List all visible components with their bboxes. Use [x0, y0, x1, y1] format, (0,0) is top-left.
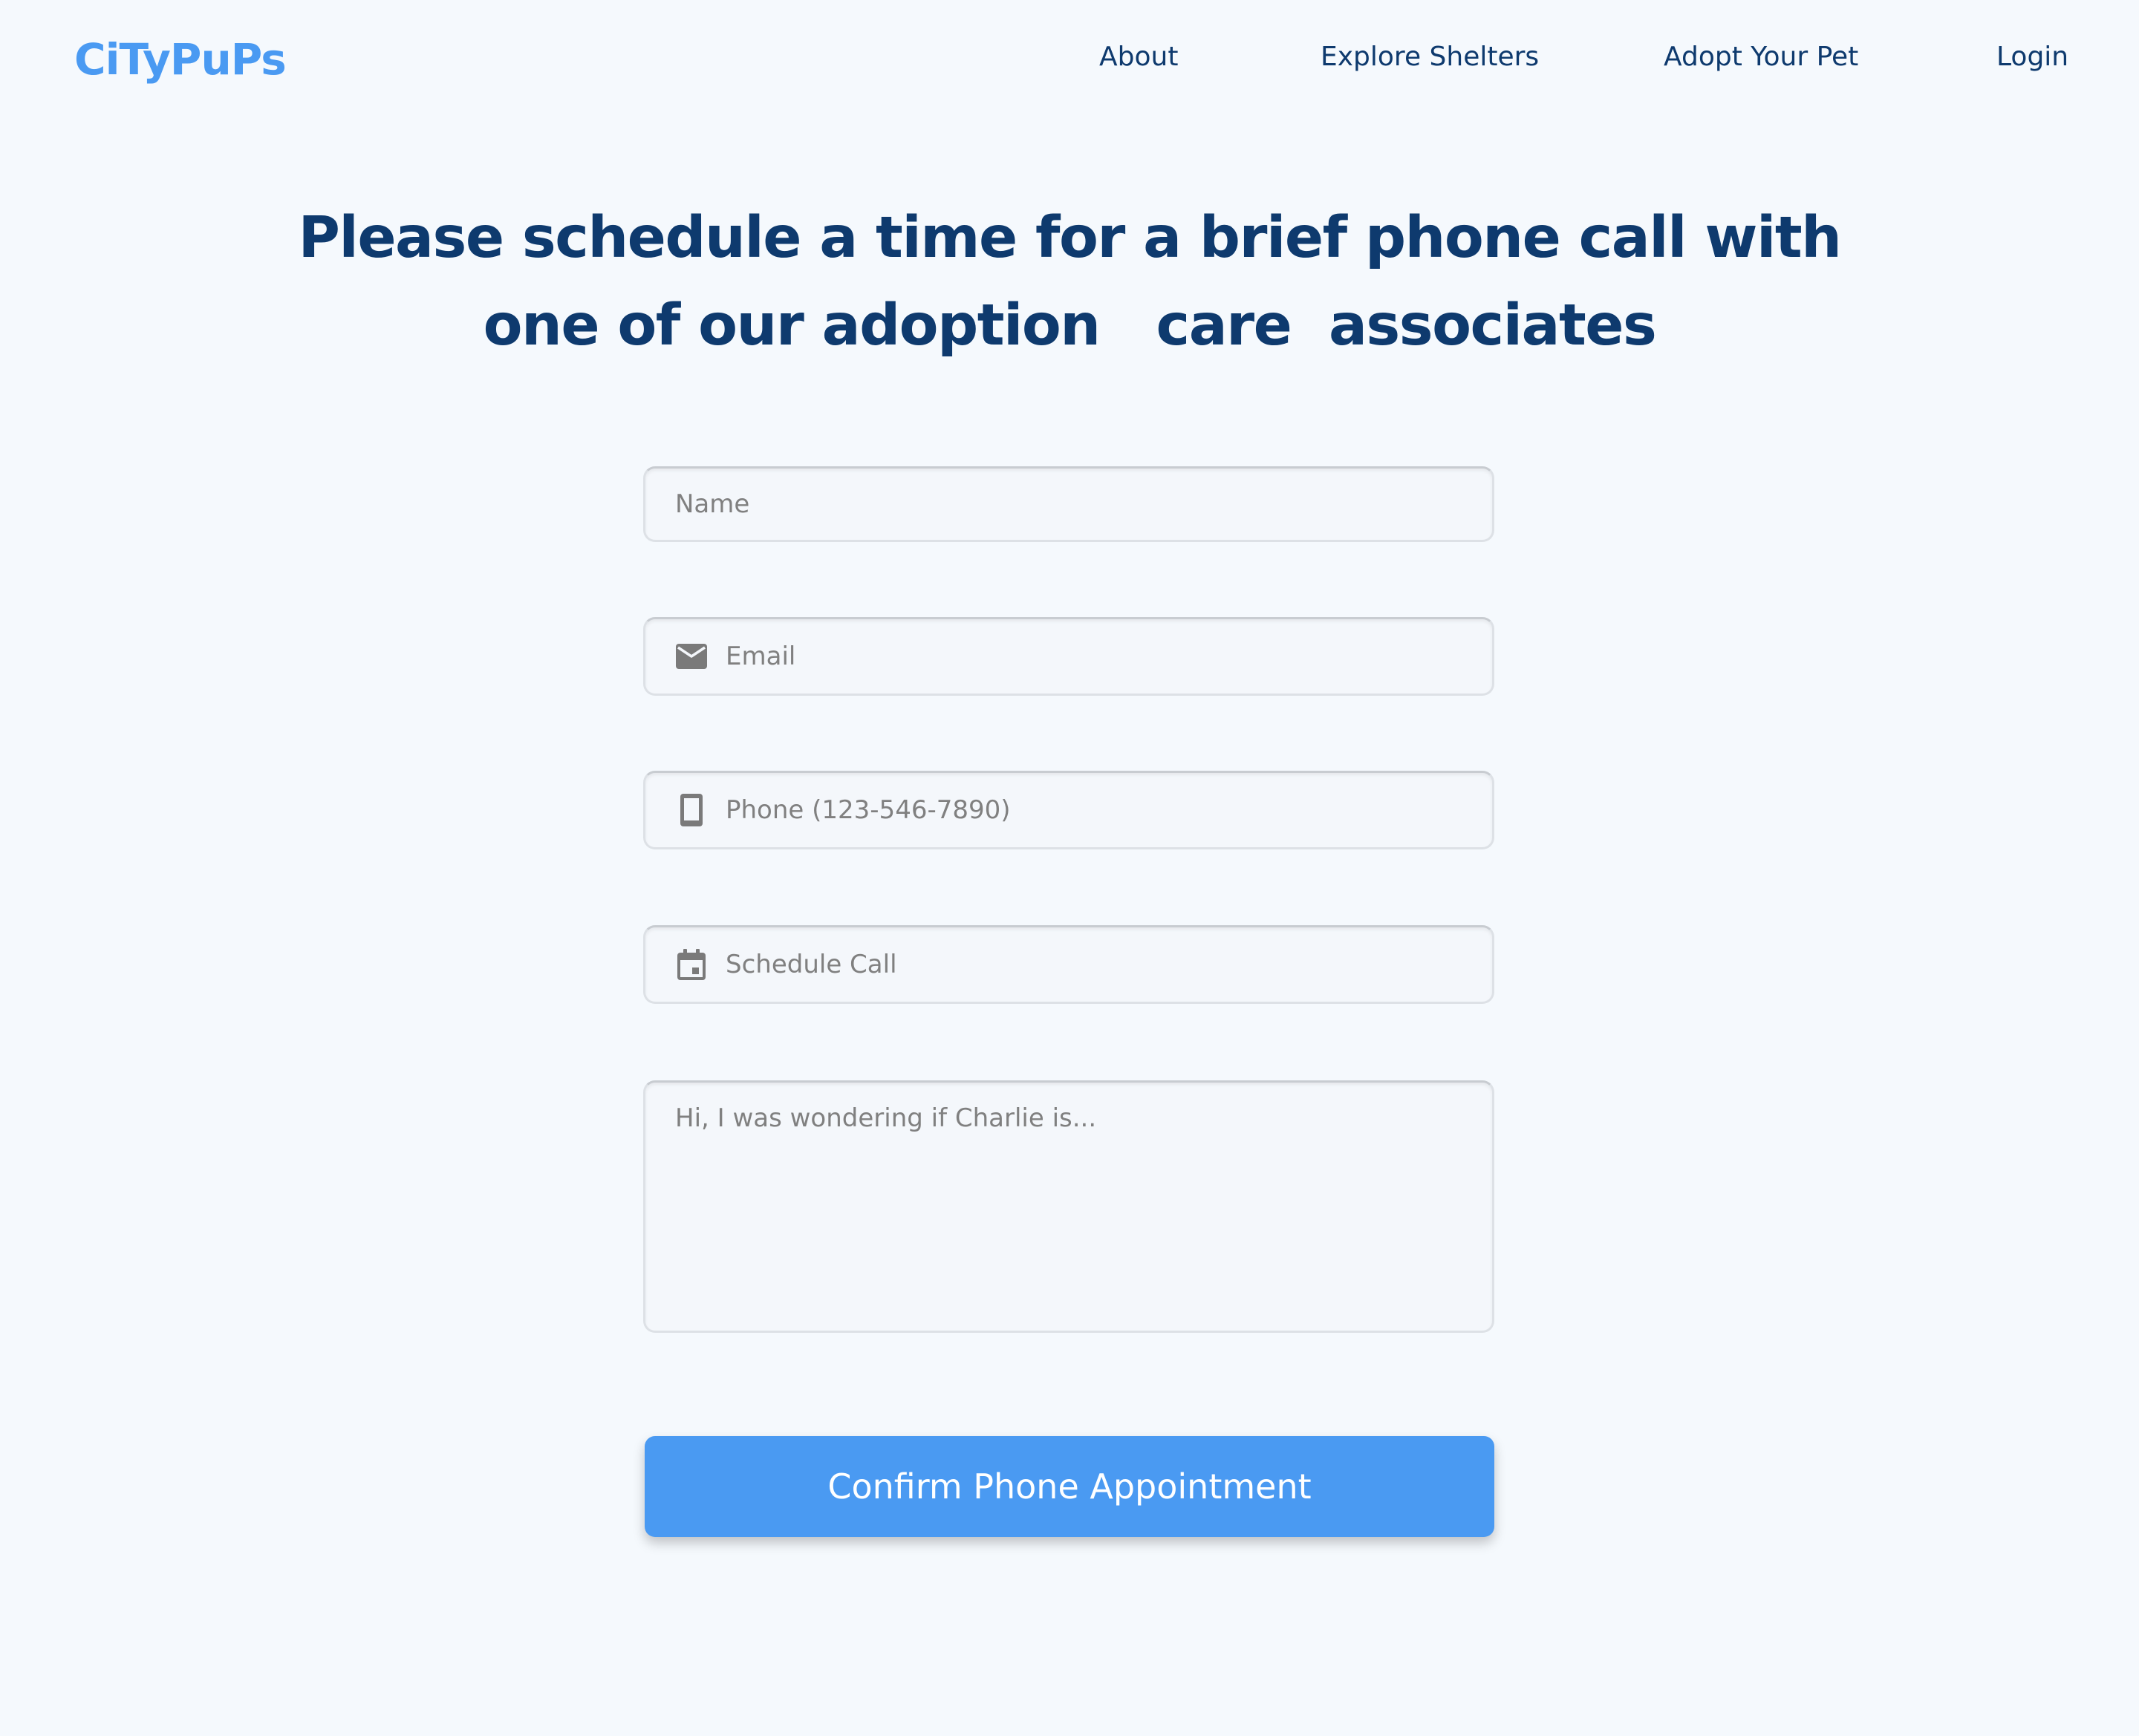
- email-field[interactable]: Email: [643, 617, 1494, 696]
- confirm-phone-appointment-button[interactable]: Confirm Phone Appointment: [645, 1436, 1494, 1537]
- nav-about[interactable]: About: [1099, 42, 1178, 72]
- page-title-line-1: Please schedule a time for a brief phone…: [298, 205, 1842, 271]
- name-placeholder: Name: [675, 489, 750, 519]
- message-textarea[interactable]: Hi, I was wondering if Charlie is...: [643, 1080, 1494, 1333]
- schedule-call-field[interactable]: Schedule Call: [643, 925, 1494, 1004]
- nav-explore-shelters[interactable]: Explore Shelters: [1321, 42, 1539, 72]
- smartphone-icon: [675, 794, 708, 826]
- page-title-line-2: one of our adoption care associates: [483, 293, 1657, 359]
- schedule-call-placeholder: Schedule Call: [726, 950, 897, 979]
- phone-field[interactable]: Phone (123-546-7890): [643, 771, 1494, 849]
- page-title: Please schedule a time for a brief phone…: [253, 195, 1886, 370]
- nav-login[interactable]: Login: [1996, 42, 2068, 72]
- phone-placeholder: Phone (123-546-7890): [726, 795, 1011, 825]
- email-placeholder: Email: [726, 642, 796, 671]
- nav-adopt-your-pet[interactable]: Adopt Your Pet: [1664, 42, 1858, 72]
- calendar-icon: [675, 948, 708, 981]
- page: CiTyPuPs About Explore Shelters Adopt Yo…: [0, 0, 2139, 1736]
- name-field[interactable]: Name: [643, 466, 1494, 542]
- mail-icon: [675, 640, 708, 673]
- message-placeholder: Hi, I was wondering if Charlie is...: [675, 1103, 1097, 1133]
- site-logo[interactable]: CiTyPuPs: [74, 34, 287, 85]
